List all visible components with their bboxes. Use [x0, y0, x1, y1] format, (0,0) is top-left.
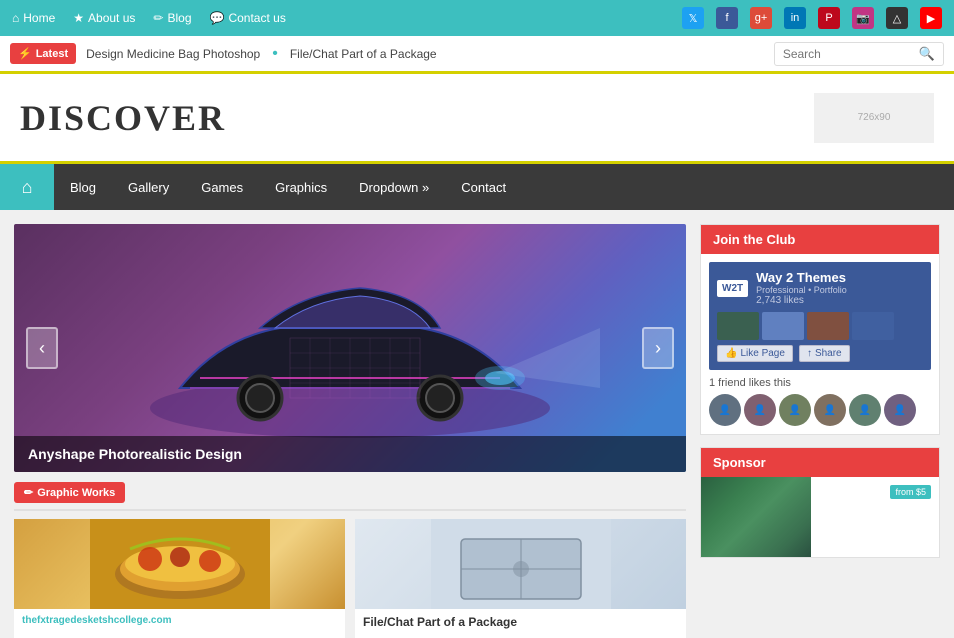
- twitter-icon[interactable]: 𝕏: [682, 7, 704, 29]
- google-plus-icon[interactable]: g+: [750, 7, 772, 29]
- carousel-background: [14, 224, 686, 472]
- carousel: ‹ › Anyshape Photorealistic Design: [14, 224, 686, 472]
- section-badge: ✏ Graphic Works: [14, 482, 125, 503]
- carousel-caption: Anyshape Photorealistic Design: [14, 436, 686, 472]
- banner-ad: 726x90: [814, 93, 934, 143]
- search-input[interactable]: [783, 47, 913, 61]
- food-svg: [90, 519, 270, 609]
- sponsor-widget: Sponsor from $5 themeforest: [700, 447, 940, 558]
- search-icon: 🔍: [919, 46, 935, 62]
- friend-avatar-2: 👤: [744, 394, 776, 426]
- ticker-items: Design Medicine Bag Photoshop • File/Cha…: [86, 45, 764, 63]
- fb-logo: W2T: [717, 280, 748, 297]
- facebook-icon[interactable]: f: [716, 7, 738, 29]
- youtube-icon[interactable]: ▶: [920, 7, 942, 29]
- fb-likes: 2,743 likes: [756, 295, 847, 306]
- fb-widget-header: W2T Way 2 Themes Professional • Portfoli…: [717, 270, 923, 306]
- share-icon: ↑: [807, 348, 812, 359]
- nav-home[interactable]: ⌂ Home: [12, 11, 55, 25]
- fb-thumbnails: [717, 312, 923, 340]
- sidebar: Join the Club W2T Way 2 Themes Professio…: [700, 224, 940, 638]
- nav-blog[interactable]: Blog: [54, 164, 112, 210]
- themeforest-logo: themeforest: [804, 529, 931, 547]
- fb-thumb-1: [717, 312, 759, 340]
- friend-avatar-3: 👤: [779, 394, 811, 426]
- ticker-bar: ⚡ Latest Design Medicine Bag Photoshop •…: [0, 36, 954, 74]
- article-card-1: thefxtragedesketshcollege.com: [14, 519, 345, 638]
- friend-avatar-5: 👤: [849, 394, 881, 426]
- nav-gallery[interactable]: Gallery: [112, 164, 185, 210]
- ticker-search[interactable]: 🔍: [774, 42, 944, 66]
- main-content: ‹ › Anyshape Photorealistic Design ✏ Gra…: [14, 224, 686, 638]
- top-bar-nav: ⌂ Home ★ About us ✏ Blog 💬 Contact us: [12, 11, 286, 25]
- home-nav-icon: ⌂: [22, 177, 33, 198]
- sponsor-bg: [701, 477, 811, 557]
- fb-like-btn[interactable]: 👍 Like Page: [717, 345, 793, 362]
- fb-widget: W2T Way 2 Themes Professional • Portfoli…: [709, 262, 931, 370]
- pencil-icon: ✏: [153, 11, 163, 25]
- main-container: ‹ › Anyshape Photorealistic Design ✏ Gra…: [0, 210, 954, 638]
- carousel-car-image: [100, 248, 600, 448]
- article-thumb-1: [14, 519, 345, 609]
- nav-contact[interactable]: 💬 Contact us: [210, 11, 286, 25]
- section-icon: ✏: [24, 486, 33, 499]
- site-header: DISCOVER 726x90: [0, 74, 954, 164]
- article-card-2: File/Chat Part of a Package: [355, 519, 686, 638]
- friend-avatars: 👤 👤 👤 👤 👤 👤: [709, 394, 931, 426]
- speech-icon: 💬: [210, 11, 225, 25]
- article-cards: thefxtragedesketshcollege.com: [14, 519, 686, 638]
- fb-page-info: Way 2 Themes Professional • Portfolio 2,…: [756, 270, 847, 306]
- ticker-item-1: Design Medicine Bag Photoshop: [86, 47, 260, 61]
- ticker-item-2: File/Chat Part of a Package: [290, 47, 437, 61]
- top-bar: ⌂ Home ★ About us ✏ Blog 💬 Contact us 𝕏 …: [0, 0, 954, 36]
- lightning-icon: ⚡: [18, 47, 32, 60]
- nav-graphics[interactable]: Graphics: [259, 164, 343, 210]
- article-thumb-2: [355, 519, 686, 609]
- nav-contact[interactable]: Contact: [445, 164, 522, 210]
- instagram-icon[interactable]: 📷: [852, 7, 874, 29]
- article-card-body-1: thefxtragedesketshcollege.com: [14, 609, 345, 635]
- join-widget: Join the Club W2T Way 2 Themes Professio…: [700, 224, 940, 435]
- carousel-prev-btn[interactable]: ‹: [26, 327, 58, 369]
- article-title-1: thefxtragedesketshcollege.com: [22, 615, 337, 626]
- home-icon: ⌂: [12, 11, 19, 25]
- pinterest-icon[interactable]: P: [818, 7, 840, 29]
- latest-badge: ⚡ Latest: [10, 43, 76, 64]
- carousel-next-btn[interactable]: ›: [642, 327, 674, 369]
- ticker-dot: •: [272, 45, 278, 63]
- article-title-2: File/Chat Part of a Package: [363, 615, 678, 629]
- nav-games[interactable]: Games: [185, 164, 259, 210]
- fb-page-name: Way 2 Themes: [756, 270, 847, 285]
- join-widget-body: W2T Way 2 Themes Professional • Portfoli…: [701, 254, 939, 434]
- fb-tagline: Professional • Portfolio: [756, 285, 847, 295]
- fb-actions: 👍 Like Page ↑ Share: [717, 345, 923, 362]
- fb-thumb-4: [852, 312, 894, 340]
- friend-avatar-4: 👤: [814, 394, 846, 426]
- star-icon: ★: [73, 11, 84, 25]
- sponsor-badge: from $5: [890, 485, 931, 499]
- friend-avatar-1: 👤: [709, 394, 741, 426]
- nav-home-btn[interactable]: ⌂: [0, 164, 54, 210]
- sponsor-widget-body[interactable]: from $5 themeforest: [701, 477, 939, 557]
- package-svg: [431, 519, 611, 609]
- sponsor-widget-title: Sponsor: [701, 448, 939, 477]
- join-widget-title: Join the Club: [701, 225, 939, 254]
- food-image: [14, 519, 345, 609]
- nav-about[interactable]: ★ About us: [73, 11, 135, 25]
- site-logo: DISCOVER: [20, 97, 226, 139]
- nav-blog[interactable]: ✏ Blog: [153, 11, 191, 25]
- codepen-icon[interactable]: △: [886, 7, 908, 29]
- fb-thumb-3: [807, 312, 849, 340]
- fb-share-btn[interactable]: ↑ Share: [799, 345, 850, 362]
- social-icons-bar: 𝕏 f g+ in P 📷 △ ▶: [682, 7, 942, 29]
- article-card-body-2: File/Chat Part of a Package: [355, 609, 686, 638]
- fb-thumb-2: [762, 312, 804, 340]
- friend-likes-text: 1 friend likes this: [709, 377, 931, 389]
- friend-avatar-6: 👤: [884, 394, 916, 426]
- section-header: ✏ Graphic Works: [14, 482, 686, 511]
- thumbs-up-icon: 👍: [725, 348, 737, 359]
- main-nav: ⌂ Blog Gallery Games Graphics Dropdown »…: [0, 164, 954, 210]
- nav-dropdown[interactable]: Dropdown »: [343, 164, 445, 210]
- linkedin-icon[interactable]: in: [784, 7, 806, 29]
